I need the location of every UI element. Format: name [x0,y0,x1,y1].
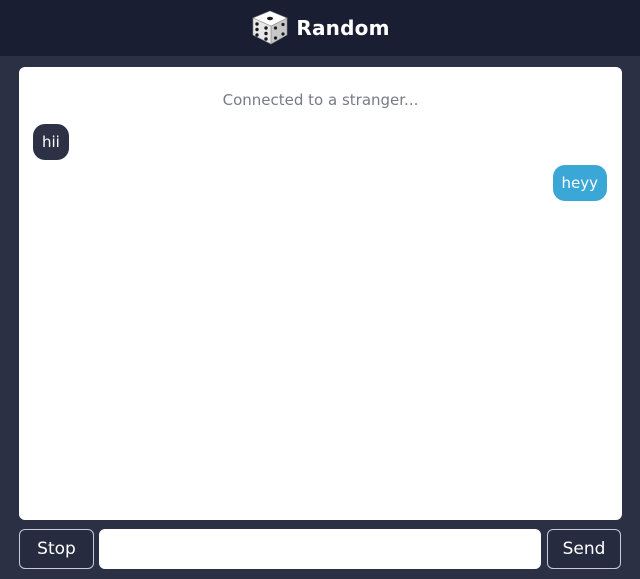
dice-icon [250,8,290,48]
app-header: Random [0,0,640,56]
message-input[interactable] [99,529,541,569]
my-message: heyy [552,165,607,201]
chat-controls: Stop Send [0,529,640,569]
stranger-message: hii [33,124,69,160]
app-title: Random [296,16,390,40]
send-button[interactable]: Send [547,529,621,569]
brand: Random [250,8,389,48]
stop-button[interactable]: Stop [19,529,94,569]
connection-status: Connected to a stranger... [222,91,419,109]
chat-panel: Connected to a stranger... hii heyy [19,67,622,520]
